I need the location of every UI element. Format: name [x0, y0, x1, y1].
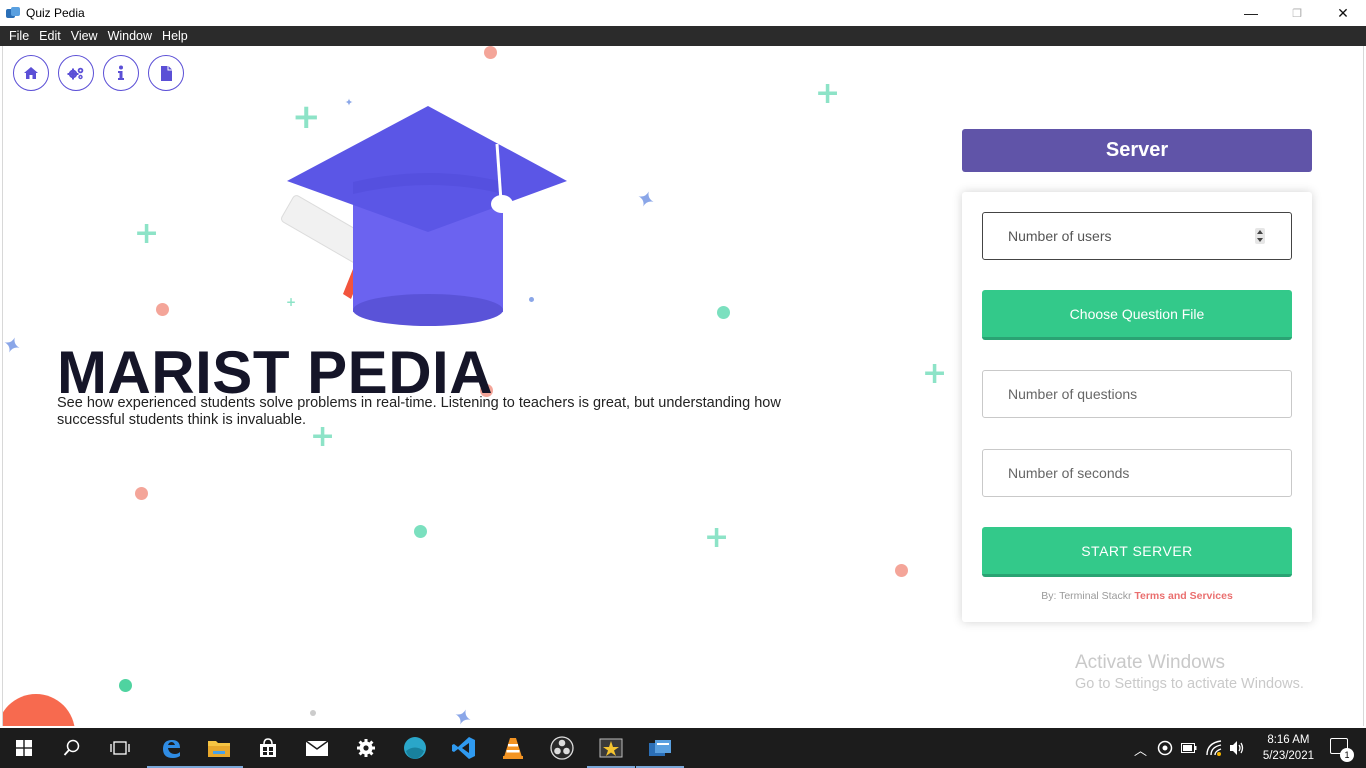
credit-author: By: Terminal Stackr	[1041, 590, 1132, 602]
title-bar: Quiz Pedia — ❐ ✕	[0, 0, 1366, 26]
menu-help[interactable]: Help	[157, 29, 193, 43]
task-view-icon	[110, 741, 130, 755]
menu-edit[interactable]: Edit	[34, 29, 66, 43]
search-button[interactable]	[48, 728, 96, 768]
file-icon	[161, 65, 172, 81]
obs-icon	[550, 736, 574, 760]
decorative-star	[638, 191, 654, 207]
maximize-button[interactable]: ❐	[1274, 0, 1320, 26]
seconds-number-input[interactable]: Number of seconds	[982, 449, 1292, 497]
taskbar-mail[interactable]	[293, 728, 341, 768]
vscode-icon	[452, 737, 475, 759]
taskbar-store[interactable]	[244, 728, 292, 768]
taskbar-settings[interactable]	[342, 728, 390, 768]
notification-badge: 1	[1340, 748, 1354, 762]
taskbar-vlc[interactable]	[489, 728, 537, 768]
taskbar-obs[interactable]	[538, 728, 586, 768]
taskbar-app-globe[interactable]	[391, 728, 439, 768]
decorative-dot	[414, 525, 427, 538]
file-nav-button[interactable]	[148, 55, 184, 91]
app-content: + + + + + + + MARIST PEDIA See how exper…	[2, 46, 1364, 726]
decorative-dot	[156, 303, 169, 316]
search-icon	[63, 739, 80, 756]
settings-nav-button[interactable]	[58, 55, 94, 91]
clock-date: 5/23/2021	[1262, 750, 1314, 762]
globe-app-icon	[404, 737, 426, 759]
wifi-icon[interactable]	[1205, 739, 1223, 757]
start-button[interactable]	[0, 728, 48, 768]
decorative-dot	[484, 46, 497, 59]
folder-icon	[208, 741, 230, 757]
decorative-circle	[3, 694, 75, 726]
decorative-star	[4, 337, 20, 353]
menu-bar: File Edit View Window Help	[0, 26, 1366, 46]
terms-link[interactable]: Terms and Services	[1134, 590, 1232, 602]
minimize-button[interactable]: —	[1228, 0, 1274, 26]
decorative-dot	[119, 679, 132, 692]
battery-icon[interactable]	[1181, 742, 1197, 754]
menu-file[interactable]: File	[4, 29, 34, 43]
location-icon[interactable]	[1157, 740, 1173, 756]
decorative-dot	[717, 306, 730, 319]
system-clock[interactable]: 8:16 AM 5/23/2021	[1263, 732, 1314, 764]
decorative-star	[455, 709, 471, 725]
film-star-icon	[599, 738, 623, 758]
graduation-cap-illustration	[281, 106, 567, 326]
vlc-cone-icon	[503, 738, 523, 759]
task-view-button[interactable]	[96, 728, 144, 768]
credit-line: By: Terminal Stackr Terms and Services	[962, 590, 1312, 602]
start-server-button[interactable]: START SERVER	[982, 527, 1292, 577]
home-icon	[24, 67, 38, 79]
activation-watermark-title: Activate Windows	[1075, 652, 1225, 673]
gear-icon	[357, 739, 375, 757]
decorative-plus: +	[134, 216, 160, 251]
taskbar-quiz-pedia[interactable]	[636, 728, 684, 768]
info-icon	[118, 65, 124, 80]
decorative-dot	[895, 564, 908, 577]
activation-watermark-subtitle: Go to Settings to activate Windows.	[1075, 676, 1304, 692]
decorative-plus: +	[922, 356, 948, 391]
volume-icon[interactable]	[1228, 739, 1246, 757]
app-icon	[6, 7, 20, 19]
window-controls: — ❐ ✕	[1228, 0, 1366, 26]
server-header: Server	[962, 129, 1312, 172]
cogs-icon	[67, 67, 84, 80]
clock-time: 8:16 AM	[1267, 734, 1310, 746]
questions-input-placeholder: Number of questions	[1008, 386, 1138, 402]
home-nav-button[interactable]	[13, 55, 49, 91]
questions-number-input[interactable]: Number of questions	[982, 370, 1292, 418]
chevron-up-icon[interactable]: ︿	[1134, 740, 1147, 759]
taskbar-file-explorer[interactable]	[195, 728, 243, 768]
mail-icon	[305, 740, 329, 756]
taskbar-edge[interactable]	[147, 728, 195, 768]
edge-browser-icon	[163, 740, 180, 758]
decorative-plus: +	[815, 76, 841, 111]
decorative-plus: +	[704, 520, 730, 555]
choose-question-file-button[interactable]: Choose Question File	[982, 290, 1292, 340]
decorative-dot	[310, 710, 316, 716]
hero-description: See how experienced students solve probl…	[57, 395, 781, 428]
windows-logo-icon	[16, 740, 32, 756]
taskbar: ︿ 8:16 AM 5/23/2021 1	[0, 728, 1366, 768]
menu-view[interactable]: View	[66, 29, 103, 43]
taskbar-movie-maker[interactable]	[587, 728, 635, 768]
users-input-placeholder: Number of users	[1008, 228, 1112, 244]
number-spinner-icon[interactable]	[1255, 228, 1265, 244]
quiz-pedia-app-icon	[649, 740, 671, 756]
users-number-input[interactable]: Number of users	[982, 212, 1292, 260]
server-form-card: Number of users Choose Question File Num…	[962, 192, 1312, 622]
menu-window[interactable]: Window	[103, 29, 157, 43]
decorative-dot	[135, 487, 148, 500]
taskbar-vscode[interactable]	[440, 728, 488, 768]
info-nav-button[interactable]	[103, 55, 139, 91]
seconds-input-placeholder: Number of seconds	[1008, 465, 1130, 481]
store-bag-icon	[260, 738, 276, 757]
window-title: Quiz Pedia	[26, 6, 85, 20]
close-button[interactable]: ✕	[1320, 0, 1366, 26]
